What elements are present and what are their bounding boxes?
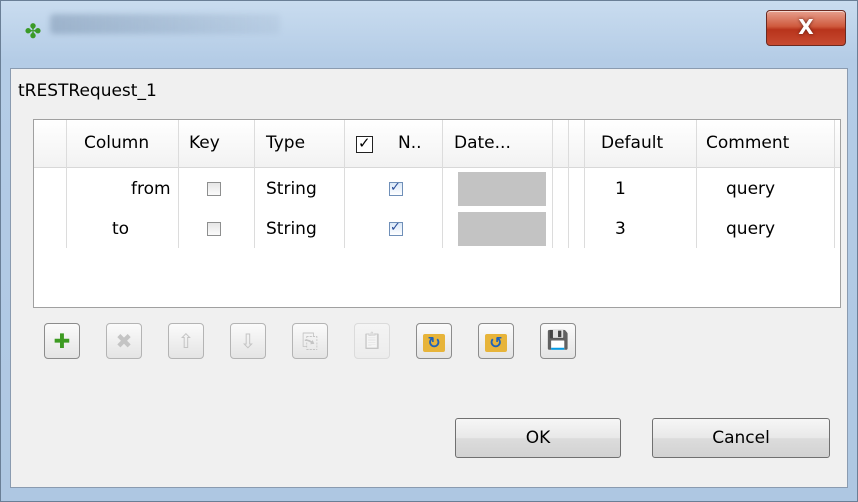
- cell-date-pattern: [458, 172, 546, 206]
- ok-button[interactable]: OK: [455, 418, 621, 458]
- header-type[interactable]: Type: [266, 120, 305, 167]
- cell-comment[interactable]: query: [726, 211, 775, 247]
- header-comment[interactable]: Comment: [706, 120, 789, 167]
- table-header: Column Key Type N.. Date... Default Comm…: [34, 120, 840, 168]
- header-nullable-checkbox[interactable]: [356, 134, 373, 153]
- schema-table[interactable]: Column Key Type N.. Date... Default Comm…: [33, 119, 841, 308]
- cell-column[interactable]: from: [131, 171, 171, 207]
- cell-type[interactable]: String: [266, 171, 317, 207]
- remove-button[interactable]: ✖: [106, 323, 142, 359]
- key-checkbox[interactable]: [207, 182, 221, 196]
- schema-plug-icon: ✤: [24, 19, 42, 43]
- cell-type[interactable]: String: [266, 211, 317, 247]
- table-row[interactable]: to String 3 query: [34, 211, 840, 247]
- export-icon: ↺: [485, 333, 507, 352]
- header-nullable[interactable]: N..: [398, 120, 422, 167]
- import-icon: ↻: [423, 333, 445, 352]
- header-key[interactable]: Key: [189, 120, 220, 167]
- close-button[interactable]: X: [766, 10, 846, 46]
- schema-title: tRESTRequest_1: [18, 81, 157, 101]
- move-down-icon: ⇩: [239, 329, 257, 353]
- paste-button[interactable]: 📋: [354, 323, 390, 359]
- cell-date-pattern: [458, 212, 546, 246]
- move-down-button[interactable]: ⇩: [230, 323, 266, 359]
- cell-column[interactable]: to: [112, 211, 129, 247]
- title-bar[interactable]: ✤ X: [0, 0, 858, 62]
- nullable-checkbox[interactable]: [389, 220, 403, 236]
- add-button[interactable]: ✚: [44, 323, 80, 359]
- close-icon: X: [798, 15, 814, 39]
- window-title: [50, 14, 280, 34]
- export-button[interactable]: ↺: [478, 323, 514, 359]
- copy-button[interactable]: ⎘: [292, 323, 328, 359]
- header-column[interactable]: Column: [84, 120, 149, 167]
- table-row[interactable]: from String 1 query: [34, 171, 840, 207]
- add-icon: ✚: [53, 329, 71, 353]
- paste-icon: 📋: [362, 331, 382, 350]
- save-icon: 💾: [546, 330, 570, 351]
- move-up-icon: ⇧: [177, 329, 195, 353]
- move-up-button[interactable]: ⇧: [168, 323, 204, 359]
- cell-default[interactable]: 3: [615, 211, 626, 247]
- nullable-checkbox[interactable]: [389, 180, 403, 196]
- key-checkbox[interactable]: [207, 222, 221, 236]
- remove-icon: ✖: [115, 329, 133, 353]
- save-button[interactable]: 💾: [540, 323, 576, 359]
- import-button[interactable]: ↻: [416, 323, 452, 359]
- cell-comment[interactable]: query: [726, 171, 775, 207]
- header-date-pattern[interactable]: Date...: [454, 120, 511, 167]
- copy-icon: ⎘: [302, 329, 318, 353]
- header-default[interactable]: Default: [601, 120, 663, 167]
- cancel-button[interactable]: Cancel: [652, 418, 830, 458]
- cell-default[interactable]: 1: [615, 171, 626, 207]
